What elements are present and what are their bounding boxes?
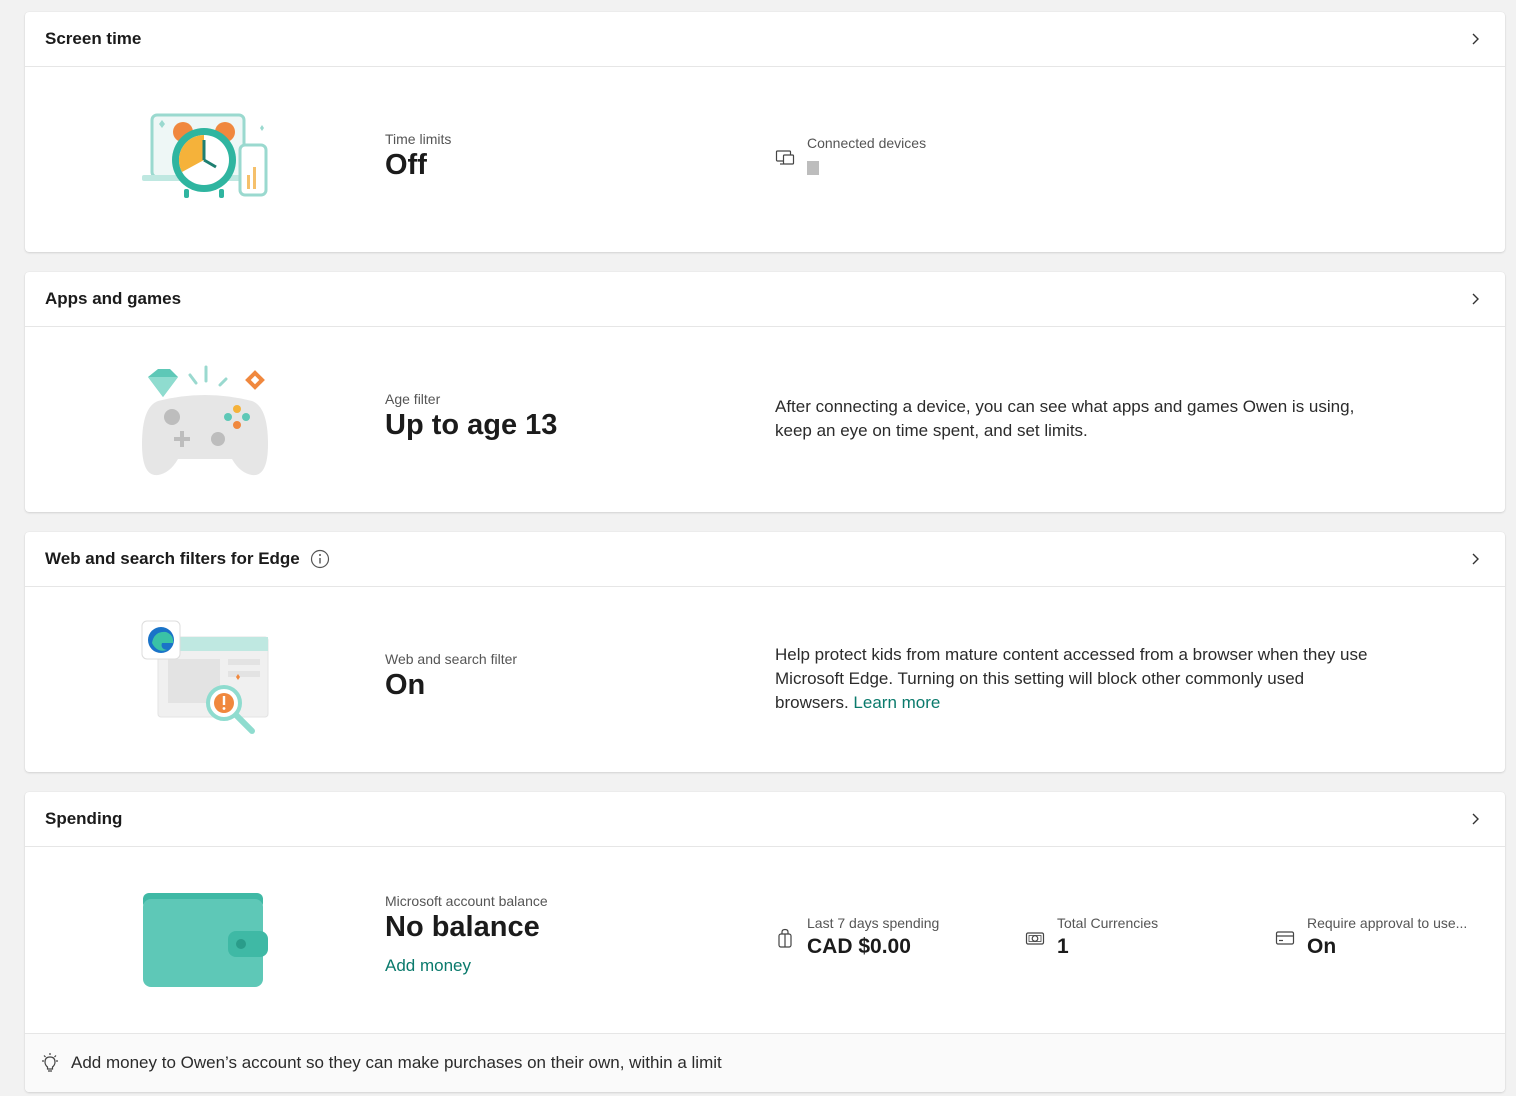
last-7-days-value: CAD $0.00 xyxy=(807,935,911,958)
chevron-right-icon[interactable] xyxy=(1467,551,1483,567)
wallet-illustration xyxy=(143,893,268,987)
web-filters-description: Help protect kids from mature content ac… xyxy=(775,643,1375,715)
devices-icon xyxy=(775,150,795,165)
apps-games-title: Apps and games xyxy=(45,289,182,308)
spending-body: Microsoft account balance No balance Add… xyxy=(25,847,1505,1033)
spending-header[interactable]: Spending xyxy=(25,792,1505,847)
apps-games-description: After connecting a device, you can see w… xyxy=(775,397,1355,440)
web-filter-label: Web and search filter xyxy=(385,651,518,667)
browser-filter-illustration xyxy=(141,620,269,734)
redacted-device-count xyxy=(807,161,819,175)
web-filters-title: Web and search filters for Edge xyxy=(45,549,300,568)
spending-tip: Add money to Owen’s account so they can … xyxy=(25,1033,1505,1092)
chevron-right-icon[interactable] xyxy=(1467,291,1483,307)
info-icon[interactable] xyxy=(310,549,330,569)
require-approval-label: Require approval to use... xyxy=(1307,915,1468,931)
age-filter-label: Age filter xyxy=(385,391,441,407)
time-limits-label: Time limits xyxy=(385,131,452,147)
balance-stat: Microsoft account balance No balance Add… xyxy=(385,893,548,976)
web-filters-card: Web and search filters for Edge Web and … xyxy=(25,532,1505,772)
screen-time-header[interactable]: Screen time xyxy=(25,12,1505,67)
spending-title: Spending xyxy=(45,809,123,828)
connected-devices: Connected devices xyxy=(775,135,1075,185)
web-filter-stat: Web and search filter On xyxy=(385,651,517,702)
last-7-days-label: Last 7 days spending xyxy=(807,915,940,931)
balance-label: Microsoft account balance xyxy=(385,893,548,909)
apps-games-card: Apps and games Age filter Up to age 13 A… xyxy=(25,272,1505,512)
screen-time-body: Time limits Off Connected devices xyxy=(25,67,1505,251)
lightbulb-icon xyxy=(42,1053,58,1072)
apps-games-header[interactable]: Apps and games xyxy=(25,272,1505,327)
require-approval-value: On xyxy=(1307,935,1337,958)
age-filter-value: Up to age 13 xyxy=(385,409,558,441)
money-icon xyxy=(1025,932,1045,945)
chevron-right-icon[interactable] xyxy=(1467,31,1483,47)
connected-devices-label: Connected devices xyxy=(807,135,927,151)
learn-more-link[interactable]: Learn more xyxy=(853,693,940,712)
total-currencies-label: Total Currencies xyxy=(1057,915,1159,931)
chevron-right-icon[interactable] xyxy=(1467,811,1483,827)
time-limits-stat: Time limits Off xyxy=(385,131,451,182)
spending-tip-text: Add money to Owen’s account so they can … xyxy=(71,1053,722,1072)
apps-games-body: Age filter Up to age 13 After connecting… xyxy=(25,327,1505,511)
total-currencies-value: 1 xyxy=(1057,935,1069,958)
shopping-bag-icon xyxy=(778,928,792,948)
spending-card: Spending Microsoft account balance No ba… xyxy=(25,792,1505,1092)
web-filter-value: On xyxy=(385,669,426,701)
last-7-days-spending: Last 7 days spending CAD $0.00 xyxy=(775,915,995,965)
add-money-link[interactable]: Add money xyxy=(385,956,548,976)
balance-value: No balance xyxy=(385,911,540,943)
age-filter-stat: Age filter Up to age 13 xyxy=(385,391,557,442)
screen-time-title: Screen time xyxy=(45,29,142,48)
web-filters-header[interactable]: Web and search filters for Edge xyxy=(25,532,1505,587)
credit-card-icon xyxy=(1275,931,1295,945)
game-controller-illustration xyxy=(142,365,268,476)
web-filters-body: Web and search filter On Help protect ki… xyxy=(25,587,1505,771)
screen-time-card: Screen time Time limits Off Connected de… xyxy=(25,12,1505,252)
total-currencies: Total Currencies 1 xyxy=(1025,915,1245,965)
require-approval: Require approval to use... On xyxy=(1275,915,1495,965)
time-limits-value: Off xyxy=(385,149,427,181)
alarm-clock-illustration xyxy=(142,113,268,198)
